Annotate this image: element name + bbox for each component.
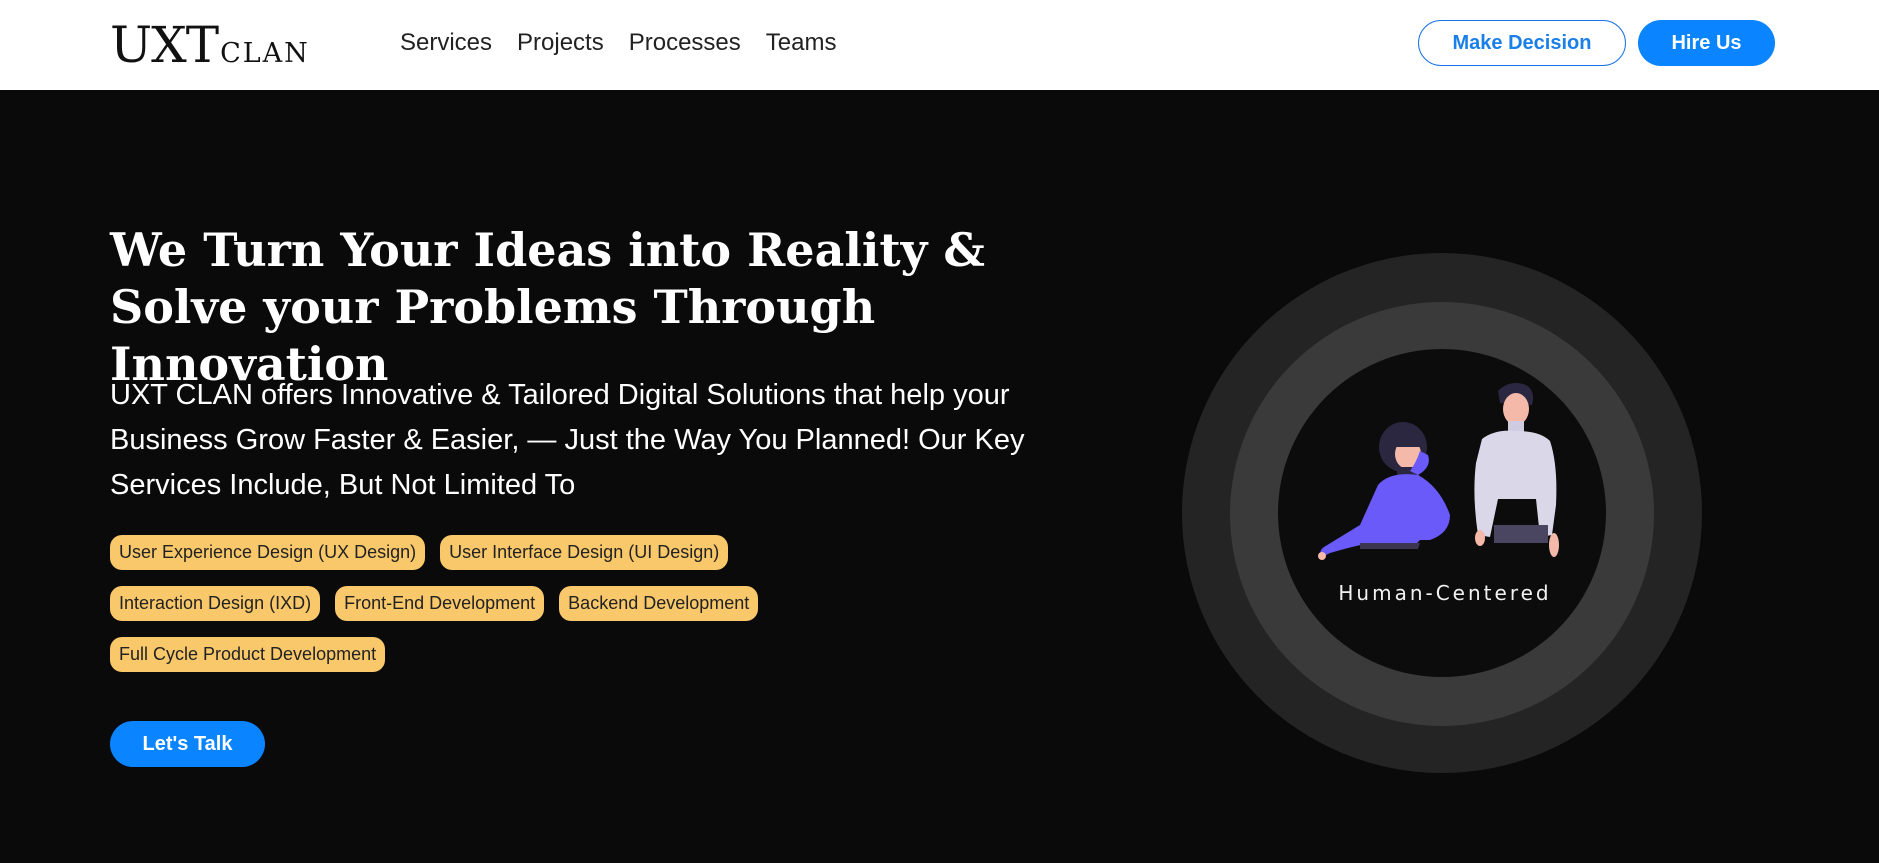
- main-nav: Services Projects Processes Teams: [400, 28, 861, 58]
- human-centered-label: Human-Centered: [1338, 581, 1552, 605]
- hero-headline: We Turn Your Ideas into Reality & Solve …: [110, 223, 985, 391]
- woman-figure-icon: [1318, 422, 1450, 560]
- services-tag-list: User Experience Design (UX Design) User …: [110, 535, 810, 688]
- service-tag-full-cycle: Full Cycle Product Development: [110, 637, 386, 672]
- hire-us-button[interactable]: Hire Us: [1638, 20, 1775, 66]
- service-tag-frontend: Front-End Development: [335, 586, 545, 621]
- top-navbar: UXTCLAN Services Projects Processes Team…: [0, 0, 1879, 90]
- service-tag-backend: Backend Development: [559, 586, 759, 621]
- hero-description: UXT CLAN offers Innovative & Tailored Di…: [110, 379, 1025, 501]
- lets-talk-button[interactable]: Let's Talk: [110, 721, 265, 767]
- service-tag-ixd: Interaction Design (IXD): [110, 586, 321, 621]
- logo-main-text: UXT: [110, 16, 219, 74]
- man-figure-icon: [1474, 383, 1559, 557]
- logo[interactable]: UXTCLAN: [110, 20, 310, 70]
- nav-item-services[interactable]: Services: [400, 28, 492, 58]
- make-decision-button[interactable]: Make Decision: [1418, 20, 1626, 66]
- nav-item-projects[interactable]: Projects: [517, 28, 604, 58]
- service-tag-ui-design: User Interface Design (UI Design): [440, 535, 729, 570]
- tag-row: User Experience Design (UX Design) User …: [110, 535, 810, 570]
- people-illustration-icon: [1318, 383, 1559, 560]
- service-tag-ux-design: User Experience Design (UX Design): [110, 535, 426, 570]
- tag-row: Interaction Design (IXD) Front-End Devel…: [110, 586, 810, 621]
- tag-row: Full Cycle Product Development: [110, 637, 810, 672]
- nav-item-teams[interactable]: Teams: [766, 28, 837, 58]
- logo-sub-text: CLAN: [220, 38, 310, 69]
- nav-item-processes[interactable]: Processes: [629, 28, 741, 58]
